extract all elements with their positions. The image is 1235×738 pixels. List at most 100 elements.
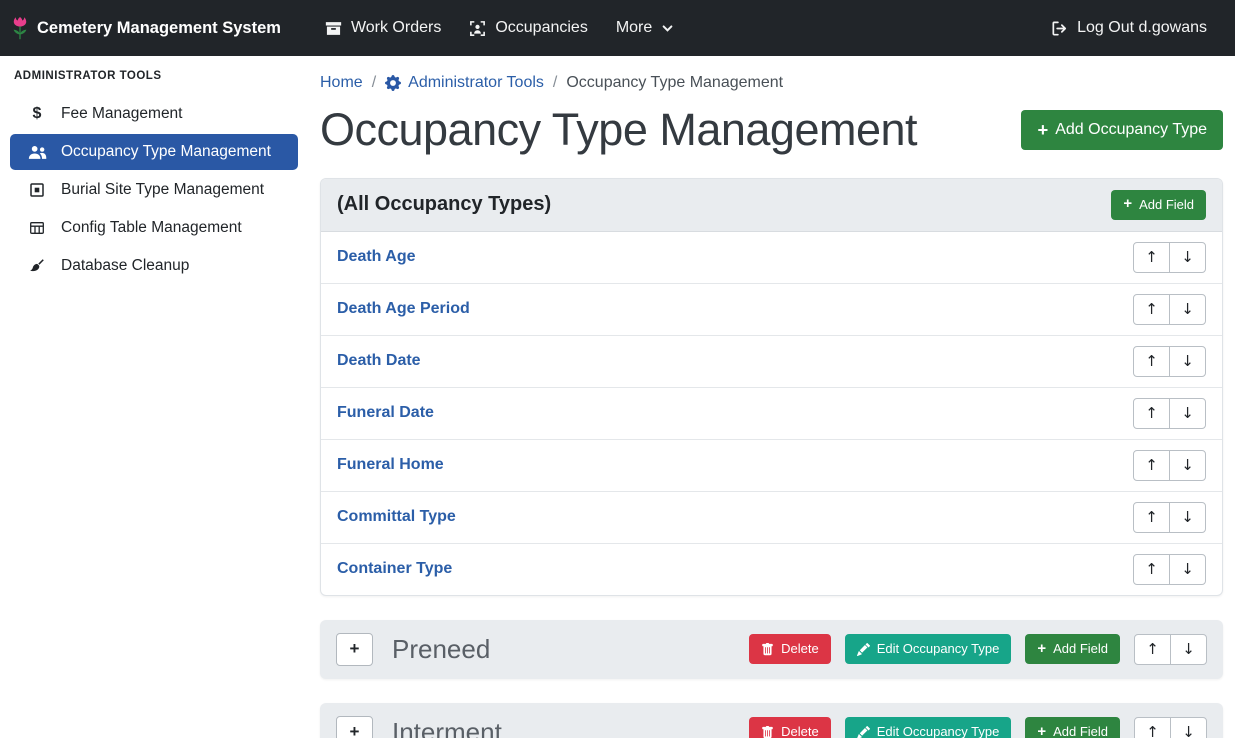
delete-button[interactable]: Delete — [749, 634, 831, 664]
sidebar-item-config-table-management[interactable]: Config Table Management — [10, 210, 298, 246]
add-field-button[interactable]: + Add Field — [1025, 634, 1120, 664]
up-arrow-icon: ↑ — [1145, 560, 1158, 578]
move-up-button[interactable]: ↑ — [1133, 502, 1170, 533]
down-arrow-icon: ↓ — [1182, 640, 1195, 658]
add-occupancy-type-button[interactable]: + Add Occupancy Type — [1021, 110, 1223, 149]
sidebar-item-label: Config Table Management — [61, 219, 242, 237]
sidebar-item-database-cleanup[interactable]: Database Cleanup — [10, 248, 298, 284]
nav-label: Occupancies — [495, 19, 588, 37]
edit-label: Edit Occupancy Type — [877, 641, 1000, 657]
down-arrow-icon: ↓ — [1181, 248, 1194, 266]
edit-occupancy-type-button[interactable]: Edit Occupancy Type — [845, 634, 1012, 664]
all-occupancy-types-header: (All Occupancy Types) + Add Field — [321, 179, 1222, 232]
move-down-button[interactable]: ↓ — [1169, 502, 1206, 533]
gear-icon — [385, 75, 401, 91]
delete-label: Delete — [781, 641, 819, 657]
field-row: Funeral Home ↑ ↓ — [321, 439, 1222, 491]
add-field-label: Add Field — [1053, 724, 1108, 738]
chevron-down-icon — [661, 22, 674, 35]
logout-button[interactable]: Log Out d.gowans — [1037, 11, 1221, 45]
nav-more[interactable]: More — [602, 11, 688, 45]
plus-icon: + — [350, 722, 360, 738]
move-down-button[interactable]: ↓ — [1169, 346, 1206, 377]
move-down-button[interactable]: ↓ — [1169, 294, 1206, 325]
field-link-death-date[interactable]: Death Date — [337, 352, 421, 370]
sidebar-item-label: Burial Site Type Management — [61, 181, 264, 199]
move-up-button[interactable]: ↑ — [1133, 242, 1170, 273]
breadcrumb: Home / Administrator Tools / Occupancy T… — [320, 68, 1223, 96]
breadcrumb-current: Occupancy Type Management — [566, 74, 783, 92]
add-field-button[interactable]: + Add Field — [1025, 717, 1120, 738]
move-down-button[interactable]: ↓ — [1170, 634, 1207, 665]
add-field-button[interactable]: + Add Field — [1111, 190, 1206, 220]
move-down-button[interactable]: ↓ — [1169, 554, 1206, 585]
breadcrumb-admin-tools-link[interactable]: Administrator Tools — [385, 74, 544, 92]
trash-icon — [761, 726, 774, 738]
up-arrow-icon: ↑ — [1145, 456, 1158, 474]
pencil-icon — [857, 726, 870, 738]
reorder-group: ↑ ↓ — [1133, 398, 1206, 429]
nav-work-orders[interactable]: Work Orders — [311, 11, 455, 45]
down-arrow-icon: ↓ — [1181, 404, 1194, 422]
sidebar-item-occupancy-type-management[interactable]: Occupancy Type Management — [10, 134, 298, 170]
move-up-button[interactable]: ↑ — [1133, 450, 1170, 481]
delete-label: Delete — [781, 724, 819, 738]
up-arrow-icon: ↑ — [1146, 723, 1159, 738]
up-arrow-icon: ↑ — [1145, 352, 1158, 370]
sidebar-item-burial-site-type-management[interactable]: Burial Site Type Management — [10, 172, 298, 208]
plus-icon: + — [1037, 642, 1046, 657]
field-row: Death Age ↑ ↓ — [321, 232, 1222, 283]
brand-title: Cemetery Management System — [37, 19, 281, 38]
plus-icon: + — [1037, 121, 1048, 139]
occupancy-type-title: Interment — [392, 717, 502, 738]
edit-occupancy-type-button[interactable]: Edit Occupancy Type — [845, 717, 1012, 738]
frame-icon — [26, 182, 48, 198]
field-link-funeral-home[interactable]: Funeral Home — [337, 456, 444, 474]
page-title: Occupancy Type Management — [320, 104, 917, 156]
move-up-button[interactable]: ↑ — [1134, 634, 1171, 665]
users-icon — [26, 145, 48, 160]
move-down-button[interactable]: ↓ — [1170, 717, 1207, 738]
plus-icon: + — [1037, 725, 1046, 738]
sidebar-item-label: Fee Management — [61, 105, 183, 123]
nav-occupancies[interactable]: Occupancies — [455, 11, 602, 45]
delete-button[interactable]: Delete — [749, 717, 831, 738]
field-link-container-type[interactable]: Container Type — [337, 560, 452, 578]
field-row: Committal Type ↑ ↓ — [321, 491, 1222, 543]
up-arrow-icon: ↑ — [1145, 508, 1158, 526]
field-link-committal-type[interactable]: Committal Type — [337, 508, 456, 526]
reorder-group: ↑ ↓ — [1133, 502, 1206, 533]
sidebar-item-label: Database Cleanup — [61, 257, 189, 275]
move-up-button[interactable]: ↑ — [1133, 294, 1170, 325]
table-icon — [26, 220, 48, 236]
plus-icon: + — [350, 639, 360, 659]
up-arrow-icon: ↑ — [1145, 404, 1158, 422]
reorder-group: ↑ ↓ — [1133, 346, 1206, 377]
down-arrow-icon: ↓ — [1181, 300, 1194, 318]
logout-label: Log Out d.gowans — [1077, 19, 1207, 37]
expand-button[interactable]: + — [336, 716, 373, 738]
move-up-button[interactable]: ↑ — [1134, 717, 1171, 738]
add-field-label: Add Field — [1139, 197, 1194, 213]
field-link-death-age[interactable]: Death Age — [337, 248, 416, 266]
down-arrow-icon: ↓ — [1181, 456, 1194, 474]
up-arrow-icon: ↑ — [1145, 248, 1158, 266]
move-down-button[interactable]: ↓ — [1169, 242, 1206, 273]
breadcrumb-home-link[interactable]: Home — [320, 74, 363, 92]
field-link-funeral-date[interactable]: Funeral Date — [337, 404, 434, 422]
move-up-button[interactable]: ↑ — [1133, 398, 1170, 429]
sidebar-item-fee-management[interactable]: $ Fee Management — [10, 96, 298, 132]
brand-link[interactable]: Cemetery Management System — [12, 15, 281, 41]
field-link-death-age-period[interactable]: Death Age Period — [337, 300, 470, 318]
all-occupancy-types-card: (All Occupancy Types) + Add Field Death … — [320, 178, 1223, 596]
logout-icon — [1051, 20, 1068, 37]
move-down-button[interactable]: ↓ — [1169, 450, 1206, 481]
breadcrumb-section-label: Administrator Tools — [408, 74, 544, 92]
expand-button[interactable]: + — [336, 633, 373, 666]
broom-icon — [26, 258, 48, 274]
all-occupancy-types-title: (All Occupancy Types) — [337, 193, 551, 216]
move-up-button[interactable]: ↑ — [1133, 346, 1170, 377]
up-arrow-icon: ↑ — [1145, 300, 1158, 318]
move-down-button[interactable]: ↓ — [1169, 398, 1206, 429]
move-up-button[interactable]: ↑ — [1133, 554, 1170, 585]
